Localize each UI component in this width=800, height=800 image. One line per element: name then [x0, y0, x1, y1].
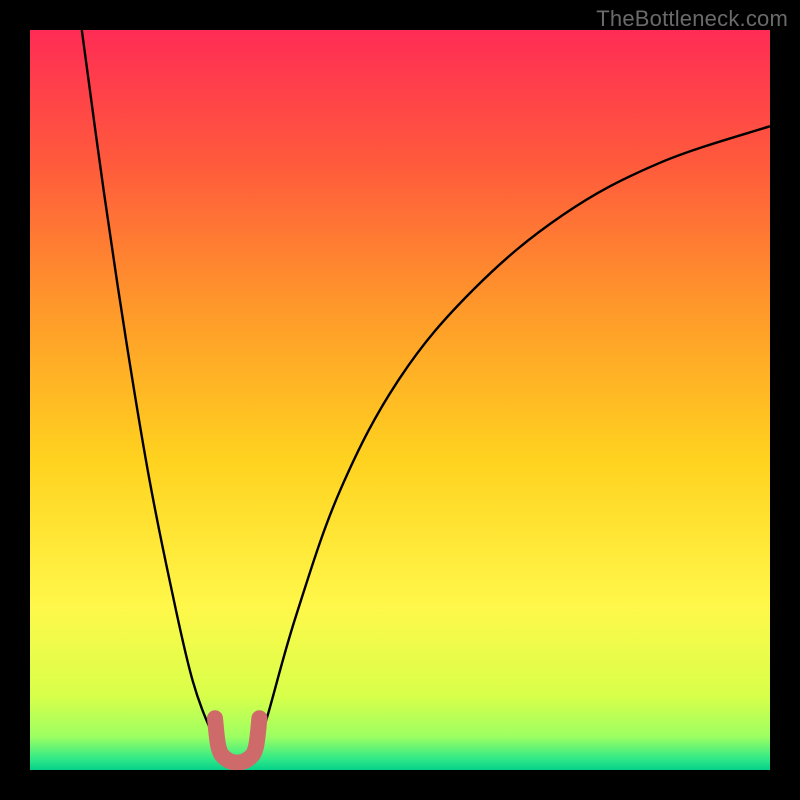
watermark-label: TheBottleneck.com: [596, 6, 788, 32]
plot-area: [30, 30, 770, 770]
chart-frame: TheBottleneck.com: [0, 0, 800, 800]
chart-svg: [30, 30, 770, 770]
gradient-background: [30, 30, 770, 770]
